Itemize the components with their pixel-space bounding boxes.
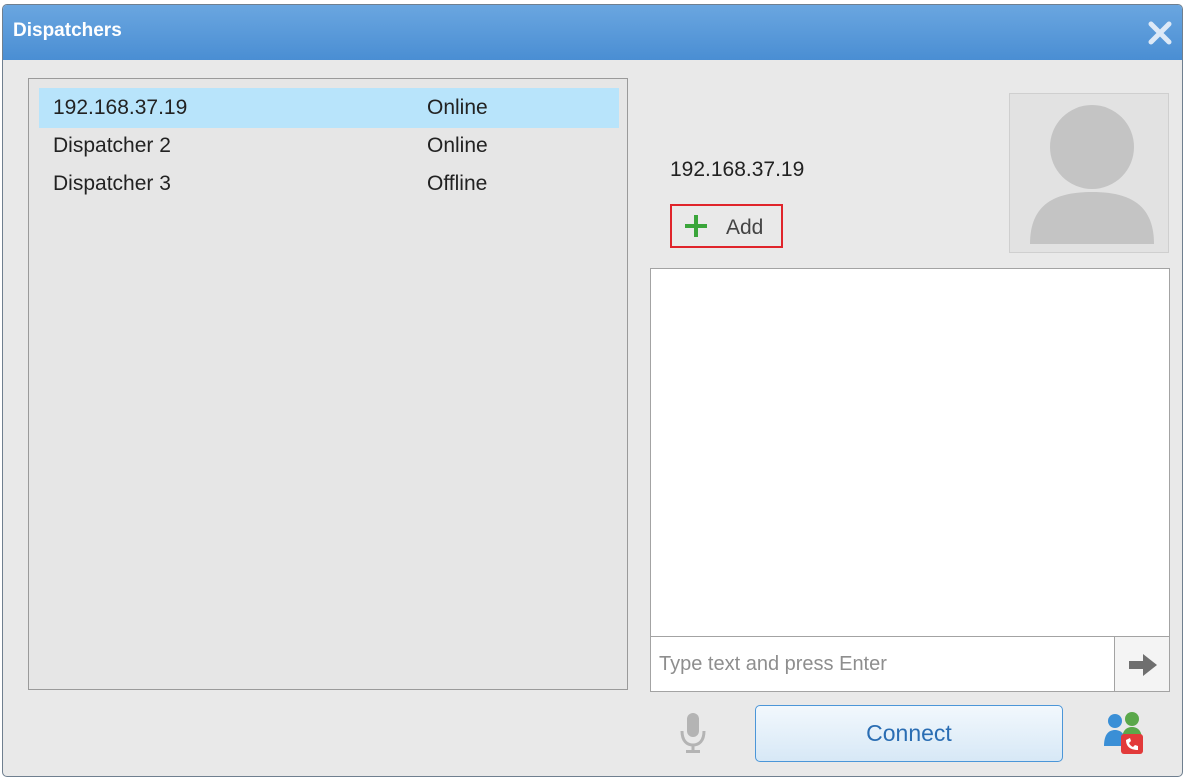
contact-name: 192.168.37.19 bbox=[670, 158, 805, 181]
microphone-icon bbox=[680, 713, 706, 753]
dispatcher-row[interactable]: Dispatcher 3 Offline bbox=[39, 164, 619, 204]
send-button[interactable] bbox=[1114, 636, 1170, 692]
dispatcher-status: Offline bbox=[427, 172, 488, 195]
close-button[interactable] bbox=[1142, 15, 1178, 51]
add-label: Add bbox=[726, 216, 764, 239]
dispatchers-window: Dispatchers 192.168.37.19 Online Dispatc… bbox=[2, 4, 1183, 777]
connect-button[interactable]: Connect bbox=[755, 705, 1063, 762]
avatar bbox=[1009, 93, 1169, 253]
add-contact-button[interactable]: Add bbox=[670, 204, 783, 248]
dispatcher-name: Dispatcher 2 bbox=[53, 134, 171, 157]
window-title: Dispatchers bbox=[13, 20, 122, 41]
dispatcher-list[interactable]: 192.168.37.19 Online Dispatcher 2 Online… bbox=[28, 78, 628, 690]
dispatcher-name: Dispatcher 3 bbox=[53, 172, 171, 195]
dispatcher-row[interactable]: 192.168.37.19 Online bbox=[39, 88, 619, 128]
user-avatar-icon bbox=[1030, 105, 1154, 244]
arrow-right-icon bbox=[1129, 654, 1157, 676]
microphone-button[interactable] bbox=[678, 711, 708, 755]
chat-history[interactable] bbox=[650, 268, 1170, 637]
dispatcher-row[interactable]: Dispatcher 2 Online bbox=[39, 126, 619, 166]
dispatcher-name: 192.168.37.19 bbox=[53, 96, 188, 119]
close-icon bbox=[1148, 21, 1172, 45]
title-bar: Dispatchers bbox=[3, 5, 1182, 60]
conference-call-button[interactable] bbox=[1101, 710, 1147, 756]
dispatcher-status: Online bbox=[427, 134, 488, 157]
message-input[interactable] bbox=[650, 636, 1115, 692]
users-call-icon bbox=[1104, 712, 1143, 754]
dispatcher-status: Online bbox=[427, 96, 488, 119]
plus-icon bbox=[685, 215, 707, 237]
